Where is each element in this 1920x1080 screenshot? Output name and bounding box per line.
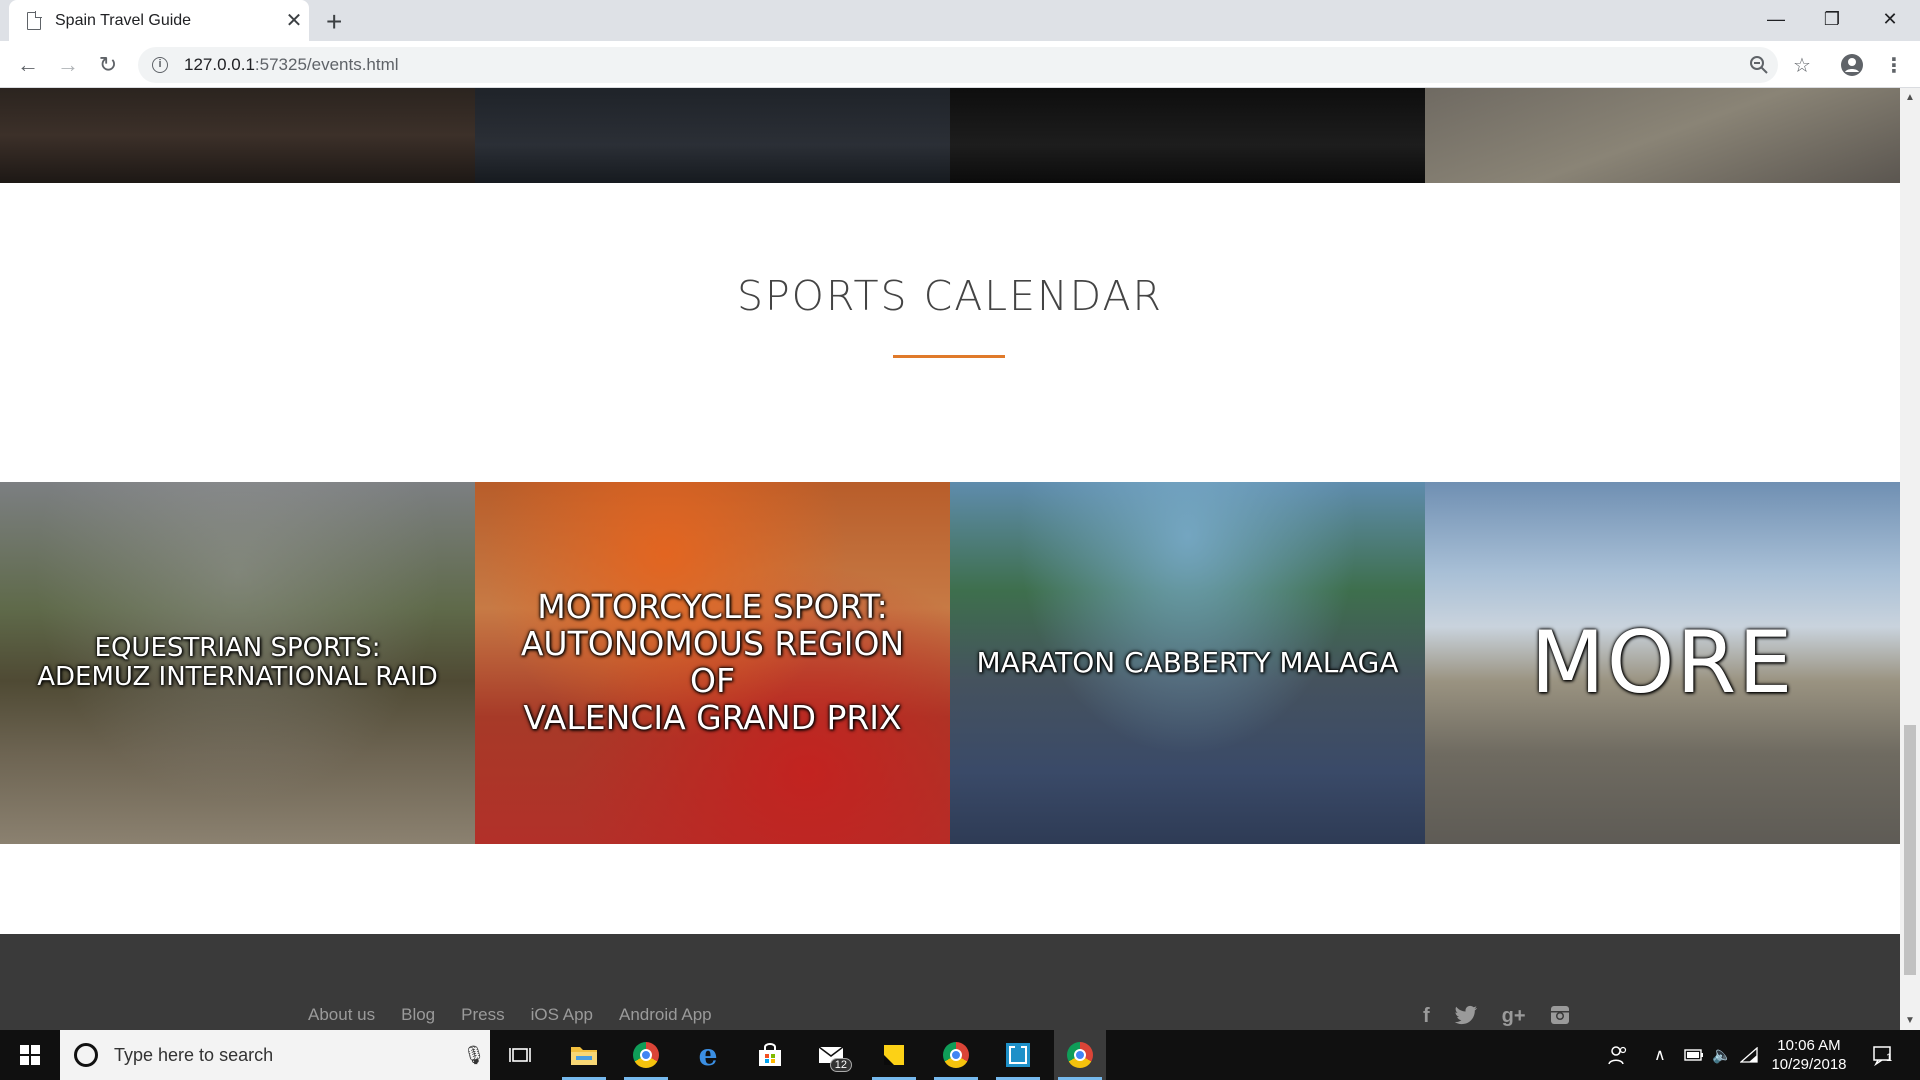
task-view-icon[interactable]	[494, 1030, 546, 1080]
notifications-icon[interactable]: 1	[1872, 1030, 1894, 1080]
zoom-icon[interactable]	[1745, 51, 1773, 79]
maximize-button[interactable]: ❐	[1804, 0, 1860, 38]
back-arrow-icon[interactable]: ←	[12, 49, 44, 81]
search-placeholder: Type here to search	[114, 1044, 274, 1065]
browser-toolbar: ← → ↻ i 127.0.0.1:57325/events.html ☆ ⋮	[0, 41, 1920, 88]
footer-link-ios[interactable]: iOS App	[531, 1005, 593, 1025]
footer-link-press[interactable]: Press	[461, 1005, 504, 1025]
social-icons: f g+	[1423, 1005, 1570, 1030]
chrome-app-icon[interactable]	[620, 1030, 672, 1080]
footer-link-about[interactable]: About us	[308, 1005, 375, 1025]
info-icon[interactable]: i	[152, 57, 168, 73]
url-path: :57325/events.html	[254, 55, 399, 74]
crowd-image[interactable]	[0, 88, 475, 183]
cortana-icon	[74, 1043, 98, 1067]
tray-expand-icon[interactable]: ∧	[1654, 1030, 1666, 1080]
taskbar-search[interactable]: Type here to search 🎙	[60, 1030, 490, 1080]
tab-close-icon[interactable]: ✕	[279, 8, 309, 33]
start-button[interactable]	[0, 1030, 60, 1080]
volume-icon[interactable]: 🔈	[1712, 1030, 1732, 1080]
scrollbar-thumb[interactable]	[1904, 725, 1916, 975]
dancer-image[interactable]	[950, 88, 1425, 183]
bookmark-star-icon[interactable]: ☆	[1788, 51, 1816, 79]
windows-logo-icon	[20, 1045, 40, 1065]
wifi-icon[interactable]	[1740, 1030, 1758, 1080]
page-viewport: SPORTS CALENDAR EQUESTRIAN SPORTS: ADEMU…	[0, 88, 1900, 1030]
profile-icon[interactable]	[1838, 51, 1866, 79]
taskbar-clock[interactable]: 10:06 AM 10/29/2018	[1764, 1036, 1854, 1074]
edge-icon[interactable]: e	[682, 1030, 734, 1080]
battery-icon[interactable]	[1684, 1030, 1704, 1080]
title-underline	[893, 355, 1005, 358]
footer-link-android[interactable]: Android App	[619, 1005, 712, 1025]
windows-taskbar: Type here to search 🎙 e 12 ∧ 🔈 10:06 AM …	[0, 1030, 1920, 1080]
clock-time: 10:06 AM	[1777, 1037, 1841, 1054]
google-plus-icon[interactable]: g+	[1502, 1005, 1526, 1030]
store-icon[interactable]	[744, 1030, 796, 1080]
menu-dots-icon[interactable]: ⋮	[1880, 51, 1908, 79]
page-icon	[27, 10, 42, 30]
microphone-icon[interactable]: 🎙	[458, 1045, 490, 1066]
people-icon[interactable]	[1608, 1030, 1628, 1080]
mail-icon[interactable]: 12	[806, 1030, 858, 1080]
card-label: MORE	[1530, 612, 1795, 713]
card-label: EQUESTRIAN SPORTS: ADEMUZ INTERNATIONAL …	[37, 632, 438, 692]
card-more[interactable]: MORE	[1425, 482, 1900, 844]
clock-date: 10/29/2018	[1771, 1056, 1847, 1073]
scroll-up-arrow-icon[interactable]: ▲	[1900, 92, 1920, 103]
chrome-app-icon-active[interactable]	[1054, 1030, 1106, 1080]
card-marathon[interactable]: MARATON CABBERTY MALAGA	[950, 482, 1425, 844]
tab-strip: Spain Travel Guide ✕ + — ❐ ✕	[0, 0, 1920, 41]
close-window-button[interactable]: ✕	[1862, 0, 1918, 38]
section-title: SPORTS CALENDAR	[736, 272, 1164, 320]
sports-cards: EQUESTRIAN SPORTS: ADEMUZ INTERNATIONAL …	[0, 482, 1900, 844]
url-host: 127.0.0.1	[184, 55, 255, 74]
twitter-icon[interactable]	[1454, 1005, 1478, 1030]
dev-tool-icon[interactable]	[992, 1030, 1044, 1080]
address-bar[interactable]: i 127.0.0.1:57325/events.html	[138, 47, 1778, 83]
card-label: MOTORCYCLE SPORT: AUTONOMOUS REGION OF V…	[520, 587, 905, 737]
card-motorcycle[interactable]: MOTORCYCLE SPORT: AUTONOMOUS REGION OF V…	[475, 482, 950, 844]
minimize-button[interactable]: —	[1748, 0, 1804, 38]
footer: About us Blog Press iOS App Android App …	[0, 934, 1900, 1030]
mail-badge: 12	[829, 1058, 852, 1072]
reload-icon[interactable]: ↻	[92, 49, 124, 81]
instagram-icon[interactable]	[1550, 1005, 1570, 1030]
page-scrollbar[interactable]: ▲ ▼	[1900, 88, 1920, 1030]
previous-section-images	[0, 88, 1900, 183]
file-explorer-icon[interactable]	[558, 1030, 610, 1080]
sticky-notes-icon[interactable]	[868, 1030, 920, 1080]
new-tab-button[interactable]: +	[326, 6, 342, 38]
notification-count: 1	[1886, 1052, 1893, 1064]
card-equestrian[interactable]: EQUESTRIAN SPORTS: ADEMUZ INTERNATIONAL …	[0, 482, 475, 844]
road-image[interactable]	[1425, 88, 1900, 183]
theater-image[interactable]	[475, 88, 950, 183]
browser-tab[interactable]: Spain Travel Guide ✕	[9, 0, 309, 41]
forward-arrow-icon[interactable]: →	[52, 49, 84, 81]
footer-link-blog[interactable]: Blog	[401, 1005, 435, 1025]
facebook-icon[interactable]: f	[1423, 1005, 1430, 1030]
tab-title: Spain Travel Guide	[55, 11, 192, 29]
chrome-app-icon-2[interactable]	[930, 1030, 982, 1080]
footer-links: About us Blog Press iOS App Android App	[308, 1005, 712, 1025]
card-label: MARATON CABBERTY MALAGA	[976, 646, 1399, 680]
scroll-down-arrow-icon[interactable]: ▼	[1900, 1015, 1920, 1026]
